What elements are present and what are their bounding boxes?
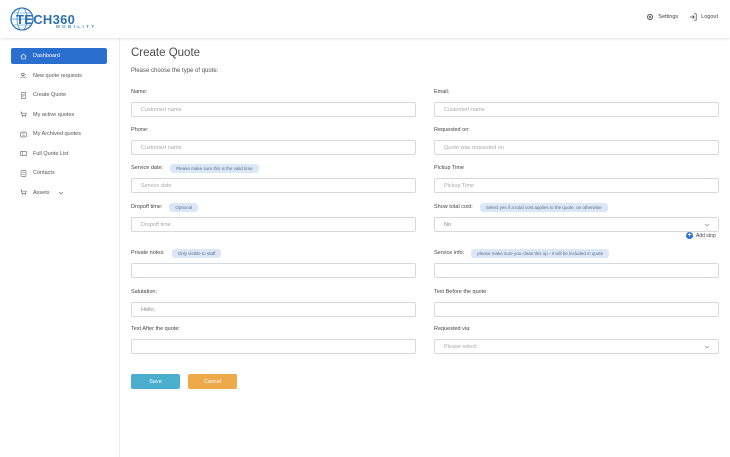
requested-via-field-group: Requested via: Please select (434, 324, 719, 354)
document-icon (21, 91, 26, 99)
service-date-input[interactable]: Service date (131, 178, 416, 193)
sidebar-item-create-quote[interactable]: Create Quote (11, 87, 107, 103)
sidebar: Dashboard New quote requests Create Quot… (0, 38, 120, 457)
service-date-field-group: Service date: Please make sure this is t… (131, 163, 416, 193)
show-total-cost-select[interactable]: No (434, 217, 719, 232)
logout-label: Logout (701, 14, 718, 20)
sidebar-item-label: Full Quote List (33, 150, 69, 157)
sidebar-item-archived-quotes[interactable]: My Archived quotes (11, 126, 107, 142)
gear-icon (647, 14, 654, 20)
pickup-time-label: Pickup Time (434, 165, 464, 171)
brand-tagline: MOBILITY (56, 24, 97, 29)
sidebar-item-new-quote-requests[interactable]: New quote requests (11, 68, 107, 84)
list-icon (20, 151, 27, 156)
name-field-group: Name: Customert name (131, 87, 416, 117)
chevron-down-icon (704, 223, 710, 226)
show-total-cost-label: Show total cost: (434, 204, 473, 210)
requested-via-label: Requested via: (434, 326, 471, 332)
show-total-cost-hint: Select yes if a total cost applies to th… (479, 202, 608, 212)
sidebar-item-dashboard[interactable]: Dashboard (11, 48, 107, 64)
name-label: Name: (131, 89, 148, 95)
top-bar: TECH360 MOBILITY Settings Logout (0, 0, 730, 38)
service-info-hint: please make sure you clean this up - it … (471, 248, 610, 258)
email-input[interactable]: Customert name (434, 102, 719, 117)
plus-icon: + (686, 232, 693, 239)
page-title: Create Quote (131, 47, 201, 59)
private-notes-hint: Only visible to staff (171, 248, 222, 258)
text-before-label: Text Before the quote: (434, 289, 488, 295)
sidebar-item-label: My Archived quotes (33, 131, 81, 137)
requested-on-field-group: Requested on: Quote was requested on (434, 125, 719, 155)
requested-on-label: Requested on: (434, 127, 470, 133)
text-after-label: Text After the quote: (131, 326, 180, 332)
add-stop-button[interactable]: + Add stop (686, 232, 716, 239)
sidebar-item-assets[interactable]: Assets (11, 185, 107, 201)
private-notes-field-group: Private notes: Only visible to staff (131, 248, 416, 278)
users-icon (20, 72, 27, 79)
email-label: Email: (434, 89, 450, 95)
salutation-input[interactable]: Hello, (131, 302, 416, 317)
settings-label: Settings (658, 14, 679, 20)
save-button[interactable]: Save (131, 374, 180, 389)
text-before-input[interactable] (434, 302, 719, 317)
sidebar-item-label: Dashboard (33, 53, 60, 59)
contacts-icon (20, 169, 27, 177)
brand-logo[interactable]: TECH360 MOBILITY (10, 7, 94, 31)
add-stop-label: Add stop (696, 232, 716, 239)
pickup-time-input[interactable]: Pickup Time (434, 178, 719, 193)
sidebar-item-full-quote-list[interactable]: Full Quote List (11, 146, 107, 162)
sidebar-item-label: New quote requests (33, 72, 82, 79)
service-date-label: Service date: (131, 165, 164, 171)
dropoff-time-field-group: Dropoff time: Optional Dropoff time (131, 202, 416, 232)
show-total-cost-field-group: Show total cost: Select yes if a total c… (434, 202, 719, 232)
requested-via-select[interactable]: Please select (434, 339, 719, 354)
phone-label: Phone: (131, 127, 149, 133)
pickup-time-field-group: Pickup Time Pickup Time (434, 163, 719, 193)
phone-input[interactable]: Customert name (131, 140, 416, 155)
text-before-field-group: Text Before the quote: (434, 287, 719, 317)
page-subtitle: Please choose the type of quote: (131, 68, 219, 74)
salutation-label: Salutation: (131, 289, 157, 295)
requested-on-input[interactable]: Quote was requested on (434, 140, 719, 155)
logout-icon (689, 13, 697, 21)
show-total-cost-value: No (444, 221, 452, 228)
name-input[interactable]: Customert name (131, 102, 416, 117)
home-icon (20, 53, 27, 59)
sidebar-item-active-quotes[interactable]: My active quotes (11, 107, 107, 123)
service-info-label: Service info: (434, 250, 465, 256)
logout-button[interactable]: Logout (689, 13, 718, 21)
sidebar-item-label: Assets (33, 189, 50, 196)
sidebar-item-contacts[interactable]: Contacts (11, 165, 107, 181)
phone-field-group: Phone: Customert name (131, 125, 416, 155)
dropoff-time-hint: Optional (169, 202, 199, 212)
dropoff-time-input[interactable]: Dropoff time (131, 217, 416, 232)
sidebar-item-label: Contacts (33, 170, 55, 176)
email-field-group: Email: Customert name (434, 87, 719, 117)
cancel-button[interactable]: Cancel (188, 374, 237, 389)
private-notes-input[interactable] (131, 263, 416, 278)
salutation-field-group: Salutation: Hello, (131, 287, 416, 317)
service-info-input[interactable] (434, 263, 719, 278)
sidebar-item-label: Create Quote (33, 92, 67, 98)
dropoff-time-label: Dropoff time: (131, 204, 163, 210)
private-notes-label: Private notes: (131, 250, 165, 256)
text-after-input[interactable] (131, 339, 416, 354)
archive-icon (20, 131, 27, 137)
service-date-hint: Please make sure this is the valid time (170, 163, 259, 173)
service-info-field-group: Service info: please make sure you clean… (434, 248, 719, 278)
settings-button[interactable]: Settings (646, 13, 678, 21)
chevron-down-icon (704, 345, 710, 348)
cart-icon (20, 189, 27, 196)
sidebar-item-label: My active quotes (33, 111, 75, 118)
chevron-down-icon (58, 191, 63, 194)
requested-via-placeholder: Please select (444, 343, 477, 350)
text-after-field-group: Text After the quote: (131, 324, 416, 354)
cart-icon (20, 111, 27, 118)
